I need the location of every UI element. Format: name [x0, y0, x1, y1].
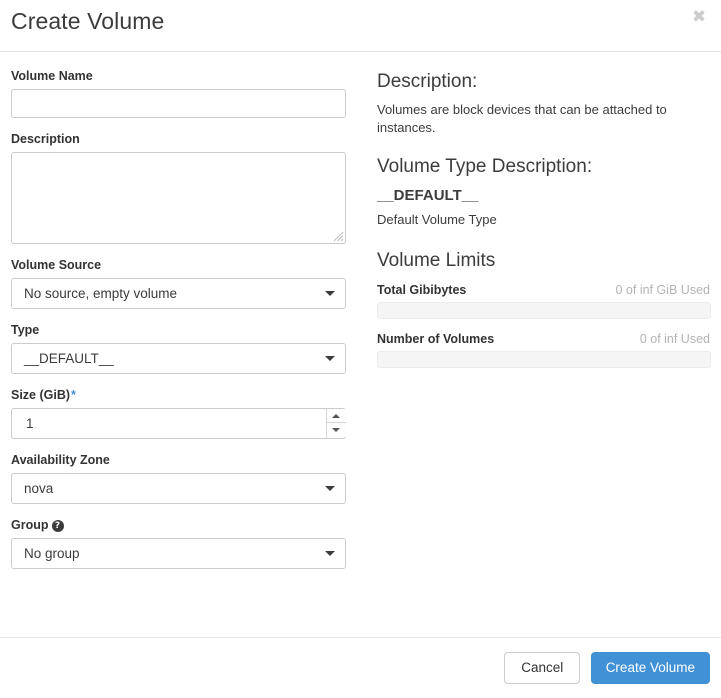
availability-zone-select-wrap: nova	[11, 473, 346, 504]
help-icon[interactable]: ?	[52, 520, 64, 532]
stepper-decrement-button[interactable]	[327, 423, 346, 437]
type-select[interactable]: __DEFAULT__	[11, 343, 346, 374]
limit-name: Number of Volumes	[377, 331, 494, 347]
size-input[interactable]	[11, 408, 346, 439]
limit-used-text: 0 of inf Used	[640, 331, 710, 347]
description-wrap	[11, 152, 346, 244]
volume-source-select-wrap: No source, empty volume	[11, 278, 346, 309]
volume-type-name: __DEFAULT__	[377, 186, 710, 205]
description-body: Volumes are block devices that can be at…	[377, 101, 697, 137]
limit-header: Total Gibibytes 0 of inf GiB Used	[377, 282, 710, 298]
limits-heading: Volume Limits	[377, 249, 710, 273]
limit-row: Number of Volumes 0 of inf Used	[377, 331, 710, 368]
availability-zone-select[interactable]: nova	[11, 473, 346, 504]
field-volume-name: Volume Name	[11, 68, 349, 118]
group-select[interactable]: No group	[11, 538, 346, 569]
volume-type-body: Default Volume Type	[377, 211, 697, 229]
size-input-wrap	[11, 408, 346, 439]
type-label: Type	[11, 322, 349, 338]
size-label: Size (GiB)*	[11, 387, 349, 403]
group-label: Group?	[11, 517, 349, 533]
close-icon[interactable]: ✖	[688, 6, 710, 28]
type-select-wrap: __DEFAULT__	[11, 343, 346, 374]
group-select-wrap: No group	[11, 538, 346, 569]
field-description: Description	[11, 131, 349, 244]
progress-track	[377, 351, 711, 368]
size-label-text: Size (GiB)	[11, 388, 70, 402]
description-label: Description	[11, 131, 349, 147]
form-column: Volume Name Description Volume Source No…	[0, 52, 360, 582]
volume-source-label: Volume Source	[11, 257, 349, 273]
info-column: Description: Volumes are block devices t…	[370, 52, 721, 380]
limit-name: Total Gibibytes	[377, 282, 466, 298]
group-label-text: Group	[11, 518, 49, 532]
modal-body: Volume Name Description Volume Source No…	[0, 52, 721, 637]
description-heading: Description:	[377, 70, 710, 94]
volume-name-label: Volume Name	[11, 68, 349, 84]
quantity-stepper	[326, 409, 345, 438]
create-volume-button[interactable]: Create Volume	[591, 652, 710, 684]
progress-track	[377, 302, 711, 319]
limit-header: Number of Volumes 0 of inf Used	[377, 331, 710, 347]
cancel-button[interactable]: Cancel	[504, 652, 580, 684]
limit-row: Total Gibibytes 0 of inf GiB Used	[377, 282, 710, 319]
required-marker: *	[70, 388, 76, 402]
volume-type-heading: Volume Type Description:	[377, 155, 710, 179]
description-textarea[interactable]	[11, 152, 346, 244]
stepper-increment-button[interactable]	[327, 409, 346, 423]
volume-source-select[interactable]: No source, empty volume	[11, 278, 346, 309]
modal-footer: Cancel Create Volume	[0, 637, 721, 698]
page-title: Create Volume	[11, 6, 164, 36]
field-group: Group? No group	[11, 517, 349, 569]
modal-header: Create Volume ✖	[0, 0, 721, 52]
field-size: Size (GiB)*	[11, 387, 349, 439]
field-availability-zone: Availability Zone nova	[11, 452, 349, 504]
volume-name-input[interactable]	[11, 89, 346, 118]
availability-zone-label: Availability Zone	[11, 452, 349, 468]
field-type: Type __DEFAULT__	[11, 322, 349, 374]
field-volume-source: Volume Source No source, empty volume	[11, 257, 349, 309]
create-volume-modal: Create Volume ✖ Volume Name Description	[0, 0, 721, 698]
limit-used-text: 0 of inf GiB Used	[616, 282, 711, 298]
